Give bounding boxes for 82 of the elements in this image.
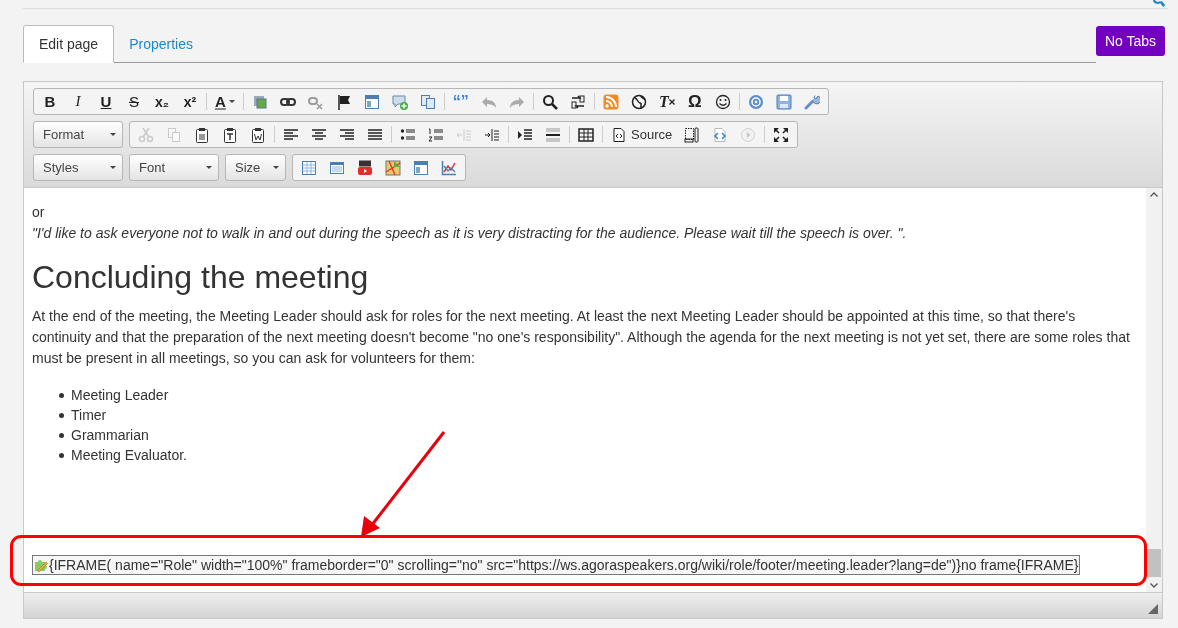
show-blocks-icon [684,126,701,143]
copy-icon [166,126,182,143]
flag-icon [335,93,352,110]
cross-icon [668,98,675,105]
align-left-icon [283,126,299,143]
replace-icon [569,93,586,110]
numbers-icon [428,126,444,143]
scroll-down-icon[interactable] [1150,583,1158,588]
rule-icon [545,126,561,143]
quote-text: "I'd like to ask everyone not to walk in and out during the speech as it is very distracting for the audience. Please wait till the speech is over. ". [32,224,908,243]
map-icon [385,159,401,176]
blockquote-icon [517,126,533,143]
list-item: Meeting Leader [71,385,169,405]
caret-icon [228,100,235,103]
caret-icon [273,166,279,169]
list-item: Meeting Evaluator. [71,445,187,465]
underline-button[interactable]: U [92,89,120,114]
bullet-icon [59,432,64,438]
cut-icon [138,126,154,143]
pages-icon [419,93,436,110]
caret-icon [206,166,212,169]
puzzle-pencil-icon [34,558,48,572]
strike-button[interactable]: S [120,89,148,114]
justify-icon [367,126,383,143]
no-tabs-button[interactable]: No Tabs [1095,26,1165,56]
bold-button[interactable]: B [36,89,64,114]
help-icon [747,93,764,110]
save-icon [775,93,792,110]
section-heading: Concluding the meeting [32,258,370,296]
chart-icon [441,159,457,176]
paste-text-icon [222,126,238,143]
plugin-code-block[interactable]: {IFRAME( name="Role" width="100%" frameborder="0" scrolling="no" src="https://ws.agoraspeakers.org/wiki/role/footer/meeting.leader?lang=de")}no frame{IFRAME} [32,555,1081,575]
dropdown[interactable]: Format [33,121,123,148]
source-button[interactable]: Source [605,122,679,147]
search-icon[interactable] [1152,0,1166,7]
list-item: Grammarian [71,425,149,445]
list-item: Timer [71,405,107,425]
bullet-icon [59,412,64,418]
tab[interactable]: Edit page [23,25,115,63]
bullet-icon [59,392,64,398]
dropdown[interactable]: Font [129,154,219,181]
outdent-icon [456,126,472,143]
paste-icon [194,126,210,143]
text-color-button[interactable]: A [209,89,241,114]
subscript-button[interactable]: x₂ [148,89,176,114]
table-icon [578,126,594,143]
superscript-button[interactable]: x² [176,89,204,114]
image-icon [251,93,268,110]
bullet-icon [59,452,64,458]
scroll-thumb[interactable] [1147,549,1161,577]
smiley-icon [714,93,731,110]
play-icon [740,126,757,143]
grid-table-icon [301,159,317,176]
dropdown[interactable]: Styles [33,154,123,181]
source-icon [611,126,627,143]
wrench-icon [803,93,820,110]
video-icon [357,159,373,176]
caret-icon [110,133,116,136]
code-doc-icon [712,126,729,143]
list-window-icon [329,159,345,176]
caret-icon [110,166,116,169]
maximize-icon [773,126,790,143]
scroll-up-icon[interactable] [1150,192,1158,197]
align-right-icon [339,126,355,143]
indent-icon [484,126,500,143]
bullets-icon [400,126,416,143]
scrollbar[interactable] [1146,188,1162,592]
dropdown[interactable]: Size [225,154,286,181]
rss-icon [602,93,619,110]
paste-word-icon [250,126,266,143]
template-icon [413,159,429,176]
italic-button[interactable]: I [64,89,92,114]
text-line: or [32,203,46,222]
resize-handle-icon[interactable] [1148,604,1158,614]
search-icon [541,93,558,110]
template-icon [363,93,380,110]
align-center-icon [311,126,327,143]
omega-button[interactable]: Ω [680,89,709,114]
paragraph: At the end of the meeting, the Meeting Leader should ask for roles for the next meeting. At least the next Meeting Leader should be appointed at this time, so that there's continuity and that the preparation of the next meeting doesn't become "no one's responsibility". Although the agenda for the next meeting is not yet set, there are some roles that must be present in all meetings, so you can ask for volunteers for them: [32,307,1131,368]
comment-add-icon [391,93,408,110]
globe-icon [630,93,647,110]
remove-format-button[interactable]: T [652,89,681,114]
